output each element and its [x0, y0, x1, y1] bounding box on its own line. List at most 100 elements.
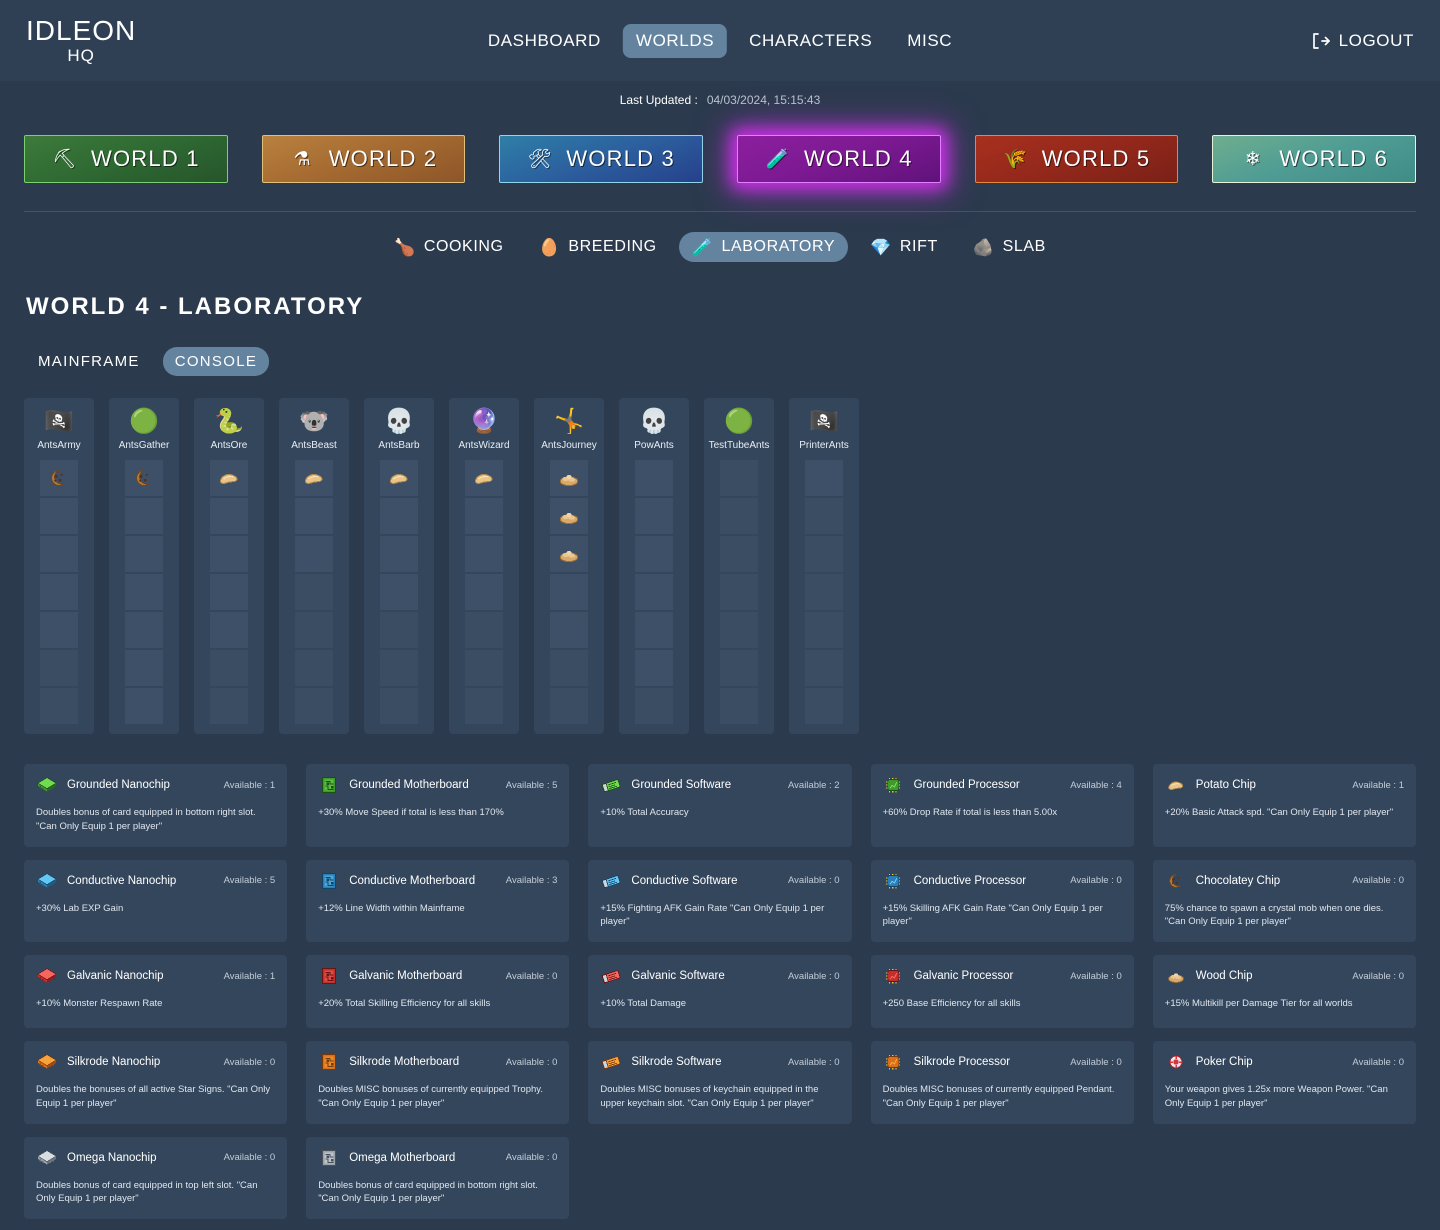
chip-slot-empty[interactable] — [295, 574, 333, 610]
chip-slot-empty[interactable] — [465, 612, 503, 648]
chip-card[interactable]: Galvanic SoftwareAvailable : 0+10% Total… — [588, 955, 851, 1028]
chip-card[interactable]: Galvanic NanochipAvailable : 1+10% Monst… — [24, 955, 287, 1028]
chip-card[interactable]: Conductive SoftwareAvailable : 0+15% Fig… — [588, 860, 851, 943]
chip-slot-conductive-software[interactable] — [295, 498, 333, 534]
world-button-5[interactable]: 🌾WORLD 5 — [975, 135, 1179, 183]
chip-card[interactable]: Grounded MotherboardAvailable : 5+30% Mo… — [306, 764, 569, 847]
chip-card[interactable]: Omega MotherboardAvailable : 0Doubles bo… — [306, 1137, 569, 1220]
chip-card[interactable]: Silkrode SoftwareAvailable : 0Doubles MI… — [588, 1041, 851, 1124]
chip-card[interactable]: Conductive NanochipAvailable : 5+30% Lab… — [24, 860, 287, 943]
chip-slot-empty[interactable] — [380, 650, 418, 686]
chip-card[interactable]: Galvanic ProcessorAvailable : 0+250 Base… — [871, 955, 1134, 1028]
chip-card[interactable]: Chocolatey ChipAvailable : 075% chance t… — [1153, 860, 1416, 943]
chip-slot-chocolatey-chip[interactable] — [125, 460, 163, 496]
chip-slot-galvanic-nanochip[interactable] — [465, 574, 503, 610]
chip-slot-empty[interactable] — [720, 460, 758, 496]
view-tab-console[interactable]: CONSOLE — [163, 347, 269, 376]
chip-slot-wood-chip[interactable] — [550, 498, 588, 534]
chip-slot-silkrode-software[interactable] — [295, 536, 333, 572]
view-tab-mainframe[interactable]: MAINFRAME — [26, 347, 152, 376]
chip-slot-empty[interactable] — [295, 650, 333, 686]
chip-slot-omega-nanochip[interactable] — [125, 498, 163, 534]
chip-slot-empty[interactable] — [805, 612, 843, 648]
chip-card[interactable]: Poker ChipAvailable : 0Your weapon gives… — [1153, 1041, 1416, 1124]
nav-item-misc[interactable]: MISC — [894, 24, 965, 58]
chip-slot-conductive-processor[interactable] — [125, 688, 163, 724]
nav-item-dashboard[interactable]: DASHBOARD — [475, 24, 614, 58]
chip-slot-potato-chip[interactable] — [210, 460, 248, 496]
chip-slot-empty[interactable] — [550, 650, 588, 686]
chip-slot-silkrode-nanochip[interactable] — [210, 498, 248, 534]
chip-slot-empty[interactable] — [295, 612, 333, 648]
chip-slot-empty[interactable] — [720, 688, 758, 724]
chip-slot-empty[interactable] — [805, 688, 843, 724]
subtab-cooking[interactable]: 🍗COOKING — [381, 232, 517, 262]
chip-slot-conductive-processor[interactable] — [805, 460, 843, 496]
chip-slot-wood-chip[interactable] — [550, 460, 588, 496]
chip-slot-galvanic-motherboard[interactable] — [550, 574, 588, 610]
brand-logo[interactable]: IDLEON HQ — [26, 17, 136, 64]
chip-card[interactable]: Galvanic MotherboardAvailable : 0+20% To… — [306, 955, 569, 1028]
chip-slot-galvanic-software[interactable] — [635, 536, 673, 572]
world-button-1[interactable]: ⛏WORLD 1 — [24, 135, 228, 183]
chip-slot-empty[interactable] — [805, 574, 843, 610]
world-button-2[interactable]: ⚗WORLD 2 — [262, 135, 466, 183]
chip-slot-empty[interactable] — [210, 650, 248, 686]
chip-slot-silkrode-nanochip[interactable] — [40, 498, 78, 534]
subtab-rift[interactable]: 💎RIFT — [857, 232, 951, 262]
chip-slot-conductive-software[interactable] — [635, 612, 673, 648]
chip-slot-wood-chip[interactable] — [550, 536, 588, 572]
chip-slot-empty[interactable] — [720, 650, 758, 686]
chip-slot-silkrode-software[interactable] — [465, 536, 503, 572]
chip-card[interactable]: Silkrode MotherboardAvailable : 0Doubles… — [306, 1041, 569, 1124]
chip-slot-conductive-processor[interactable] — [210, 612, 248, 648]
chip-slot-galvanic-processor[interactable] — [125, 612, 163, 648]
chip-slot-empty[interactable] — [720, 612, 758, 648]
chip-slot-empty[interactable] — [805, 536, 843, 572]
subtab-slab[interactable]: 🪨SLAB — [960, 232, 1059, 262]
chip-slot-empty[interactable] — [465, 650, 503, 686]
chip-slot-galvanic-motherboard[interactable] — [125, 650, 163, 686]
chip-card[interactable]: Grounded SoftwareAvailable : 2+10% Total… — [588, 764, 851, 847]
chip-card[interactable]: Wood ChipAvailable : 0+15% Multikill per… — [1153, 955, 1416, 1028]
chip-slot-potato-chip[interactable] — [295, 460, 333, 496]
chip-slot-empty[interactable] — [40, 688, 78, 724]
chip-slot-galvanic-processor[interactable] — [380, 536, 418, 572]
chip-slot-omega-motherboard[interactable] — [125, 536, 163, 572]
chip-slot-empty[interactable] — [720, 498, 758, 534]
chip-slot-galvanic-motherboard[interactable] — [210, 574, 248, 610]
chip-card[interactable]: Silkrode ProcessorAvailable : 0Doubles M… — [871, 1041, 1134, 1124]
subtab-laboratory[interactable]: 🧪LABORATORY — [679, 232, 848, 262]
chip-slot-empty[interactable] — [40, 650, 78, 686]
chip-slot-silkrode-nanochip[interactable] — [125, 574, 163, 610]
chip-slot-empty[interactable] — [635, 688, 673, 724]
chip-slot-empty[interactable] — [295, 688, 333, 724]
chip-slot-potato-chip[interactable] — [465, 460, 503, 496]
chip-slot-empty[interactable] — [550, 688, 588, 724]
chip-card[interactable]: Grounded ProcessorAvailable : 4+60% Drop… — [871, 764, 1134, 847]
nav-item-characters[interactable]: CHARACTERS — [736, 24, 885, 58]
chip-slot-galvanic-nanochip[interactable] — [465, 498, 503, 534]
chip-card[interactable]: Silkrode NanochipAvailable : 0Doubles th… — [24, 1041, 287, 1124]
chip-slot-conductive-software[interactable] — [40, 612, 78, 648]
chip-card[interactable]: Potato ChipAvailable : 1+20% Basic Attac… — [1153, 764, 1416, 847]
chip-slot-silkrode-processor[interactable] — [40, 536, 78, 572]
chip-slot-empty[interactable] — [210, 688, 248, 724]
chip-slot-empty[interactable] — [805, 650, 843, 686]
chip-card[interactable]: Conductive MotherboardAvailable : 3+12% … — [306, 860, 569, 943]
chip-slot-empty[interactable] — [380, 688, 418, 724]
chip-card[interactable]: Grounded NanochipAvailable : 1Doubles bo… — [24, 764, 287, 847]
logout-button[interactable]: LOGOUT — [1310, 31, 1414, 51]
chip-slot-potato-chip[interactable] — [380, 460, 418, 496]
chip-slot-galvanic-processor[interactable] — [210, 536, 248, 572]
chip-slot-galvanic-motherboard[interactable] — [550, 612, 588, 648]
chip-slot-galvanic-software[interactable] — [635, 498, 673, 534]
chip-slot-empty[interactable] — [465, 688, 503, 724]
world-button-3[interactable]: 🛠WORLD 3 — [499, 135, 703, 183]
chip-card[interactable]: Conductive ProcessorAvailable : 0+15% Sk… — [871, 860, 1134, 943]
world-button-6[interactable]: ❄WORLD 6 — [1212, 135, 1416, 183]
chip-slot-empty[interactable] — [380, 612, 418, 648]
chip-slot-conductive-software[interactable] — [380, 498, 418, 534]
chip-slot-empty[interactable] — [805, 498, 843, 534]
chip-slot-conductive-processor[interactable] — [380, 574, 418, 610]
